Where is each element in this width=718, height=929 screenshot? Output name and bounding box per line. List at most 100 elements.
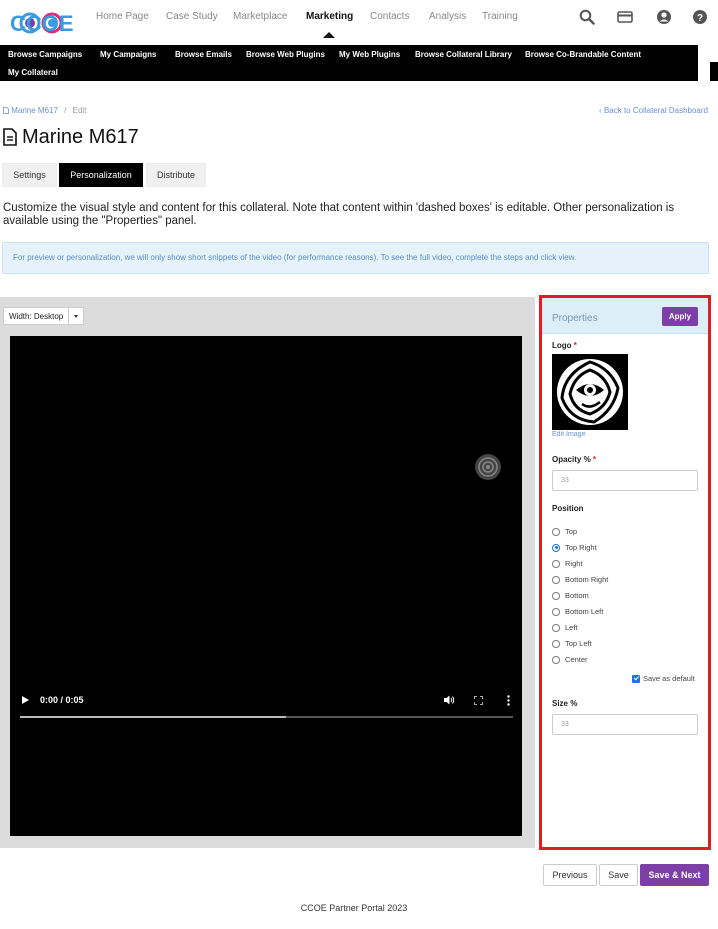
- position-radio[interactable]: [552, 559, 560, 568]
- position-option-label: Top Left: [565, 639, 592, 648]
- required-mark: *: [592, 455, 597, 464]
- position-option-label: Center: [565, 655, 588, 664]
- save-as-default-label: Save as default: [643, 674, 695, 683]
- active-nav-caret: [323, 32, 335, 38]
- more-options-icon[interactable]: [507, 695, 510, 706]
- position-option-label: Left: [565, 623, 578, 632]
- size-label: Size %: [552, 699, 578, 708]
- position-option[interactable]: Bottom Right: [552, 575, 608, 584]
- document-icon: [3, 107, 9, 114]
- properties-header: Properties Apply: [542, 298, 708, 334]
- edit-image-link[interactable]: Edit Image: [552, 431, 585, 438]
- ccoe-logo[interactable]: CCOE: [8, 5, 76, 41]
- position-option[interactable]: Center: [552, 655, 588, 664]
- info-alert: For preview or personalization, we will …: [2, 242, 709, 274]
- position-radio[interactable]: [552, 527, 560, 536]
- subnav-browse-collateral-library[interactable]: Browse Collateral Library: [415, 50, 512, 59]
- position-radio[interactable]: [552, 623, 560, 632]
- position-radio[interactable]: [552, 607, 560, 616]
- card-icon[interactable]: [617, 9, 633, 25]
- video-progress-bar[interactable]: [20, 716, 513, 718]
- top-nav: CCOE Home Page Case Study Marketplace Ma…: [0, 0, 718, 45]
- sub-nav: Browse Campaigns My Campaigns Browse Ema…: [0, 45, 698, 81]
- previous-button[interactable]: Previous: [543, 864, 597, 886]
- save-as-default-checkbox[interactable]: [632, 674, 640, 683]
- play-icon[interactable]: [22, 696, 29, 704]
- opacity-label-text: Opacity %: [552, 455, 591, 464]
- position-label: Position: [552, 504, 584, 513]
- help-icon[interactable]: ?: [692, 9, 708, 25]
- back-to-dashboard-link[interactable]: ‹ Back to Collateral Dashboard: [599, 106, 708, 115]
- nav-case-study[interactable]: Case Study: [166, 11, 218, 22]
- nav-home-page[interactable]: Home Page: [96, 11, 149, 22]
- logo-label: Logo *: [552, 341, 577, 350]
- nav-contacts[interactable]: Contacts: [370, 11, 409, 22]
- page-title: Marine M617: [22, 126, 139, 148]
- user-icon[interactable]: [656, 9, 672, 25]
- properties-title: Properties: [552, 313, 598, 324]
- volume-icon[interactable]: [443, 694, 455, 706]
- tab-personalization[interactable]: Personalization: [59, 163, 143, 187]
- position-option[interactable]: Top: [552, 527, 577, 536]
- breadcrumb-item[interactable]: Marine M617: [11, 106, 58, 115]
- required-mark: *: [573, 341, 577, 350]
- page-description: Customize the visual style and content f…: [3, 202, 675, 227]
- tab-settings[interactable]: Settings: [2, 163, 57, 187]
- opacity-input[interactable]: 33: [552, 470, 698, 491]
- position-option[interactable]: Top Right: [552, 543, 597, 552]
- position-radio[interactable]: [552, 543, 560, 552]
- subnav-browse-co-brandable-content[interactable]: Browse Co-Brandable Content: [525, 50, 641, 59]
- save-as-default-option[interactable]: Save as default: [632, 674, 695, 683]
- position-option-label: Top: [565, 527, 578, 536]
- rose-logo-image[interactable]: [552, 354, 628, 430]
- opacity-label: Opacity % *: [552, 455, 596, 464]
- position-option-label: Top Right: [565, 543, 597, 552]
- position-radio[interactable]: [552, 591, 560, 600]
- save-button[interactable]: Save: [599, 864, 638, 886]
- position-option-label: Right: [565, 559, 583, 568]
- nav-marketplace[interactable]: Marketplace: [233, 11, 287, 22]
- subnav-edge: [710, 62, 718, 81]
- nav-marketing[interactable]: Marketing: [306, 11, 353, 22]
- document-icon: [3, 128, 17, 146]
- subnav-my-collateral[interactable]: My Collateral: [8, 68, 58, 77]
- width-selector-label[interactable]: Width: Desktop: [3, 307, 70, 325]
- breadcrumb-separator: /: [64, 106, 67, 115]
- position-radio[interactable]: [552, 639, 560, 648]
- width-selector[interactable]: Width: Desktop: [3, 307, 85, 325]
- subnav-my-web-plugins[interactable]: My Web Plugins: [339, 50, 400, 59]
- tab-distribute[interactable]: Distribute: [146, 163, 206, 187]
- save-next-button[interactable]: Save & Next: [640, 864, 709, 886]
- breadcrumb-current: Edit: [72, 106, 87, 115]
- video-progress-fill: [20, 716, 287, 718]
- logo-label-text: Logo: [552, 341, 572, 350]
- size-input[interactable]: 33: [552, 714, 698, 735]
- position-option-label: Bottom: [565, 591, 589, 600]
- position-option-label: Bottom Left: [565, 607, 604, 616]
- back-link-label: Back to Collateral Dashboard: [603, 106, 708, 115]
- position-option[interactable]: Bottom Left: [552, 607, 603, 616]
- nav-training[interactable]: Training: [482, 11, 518, 22]
- position-radio[interactable]: [552, 575, 560, 584]
- subnav-browse-emails[interactable]: Browse Emails: [175, 50, 232, 59]
- caret-down-icon[interactable]: [69, 307, 85, 325]
- search-icon[interactable]: [579, 9, 595, 25]
- svg-text:?: ?: [697, 13, 703, 24]
- rose-logo-watermark: [475, 454, 501, 480]
- subnav-browse-campaigns[interactable]: Browse Campaigns: [8, 50, 82, 59]
- position-option-label: Bottom Right: [565, 575, 609, 584]
- position-option[interactable]: Left: [552, 623, 578, 632]
- position-option[interactable]: Bottom: [552, 591, 589, 600]
- nav-analysis[interactable]: Analysis: [429, 11, 466, 22]
- subnav-browse-web-plugins[interactable]: Browse Web Plugins: [246, 50, 325, 59]
- video-player[interactable]: [10, 336, 522, 836]
- footer-text: CCOE Partner Portal 2023: [300, 903, 408, 913]
- position-radio[interactable]: [552, 655, 560, 664]
- position-option[interactable]: Right: [552, 559, 583, 568]
- position-option[interactable]: Top Left: [552, 639, 592, 648]
- apply-button[interactable]: Apply: [662, 307, 698, 326]
- video-time: 0:00 / 0:05: [40, 695, 84, 705]
- fullscreen-icon[interactable]: [474, 696, 483, 705]
- logo-text: CCOE: [10, 11, 74, 36]
- subnav-my-campaigns[interactable]: My Campaigns: [100, 50, 156, 59]
